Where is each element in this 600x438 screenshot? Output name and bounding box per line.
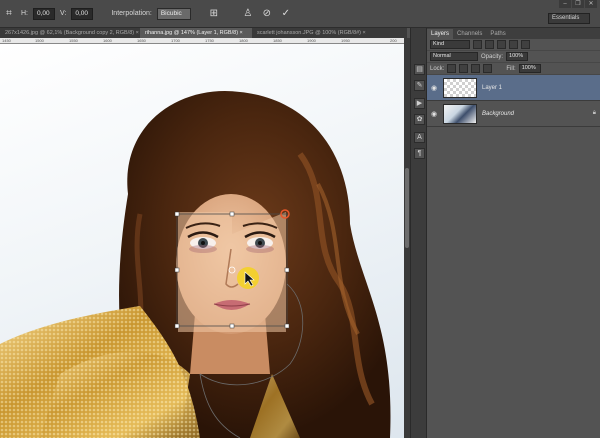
commit-transform-icon[interactable]: ✓ bbox=[279, 7, 293, 21]
options-bar: ⌗ H: 0,00 V: 0,00 Interpolation: Bicubic… bbox=[0, 0, 600, 28]
transform-handle[interactable] bbox=[284, 267, 290, 273]
filter-pixel-icon[interactable] bbox=[473, 40, 482, 49]
filter-shape-icon[interactable] bbox=[509, 40, 518, 49]
interpolation-dropdown[interactable]: Bicubic bbox=[156, 7, 191, 20]
v-skew-field[interactable]: 0,00 bbox=[71, 7, 94, 20]
tab-channels[interactable]: Channels bbox=[453, 29, 486, 39]
ruler-tick: 1500 bbox=[35, 38, 44, 43]
scrollbar-thumb[interactable] bbox=[405, 168, 409, 248]
ruler-tick: 1450 bbox=[2, 38, 11, 43]
document-canvas[interactable] bbox=[0, 44, 404, 438]
h-skew-field[interactable]: 0,00 bbox=[33, 7, 55, 20]
actions-panel-icon[interactable]: ▶ bbox=[414, 98, 425, 109]
transform-handle[interactable] bbox=[174, 267, 180, 273]
warp-mode-icon[interactable]: ⊞ bbox=[207, 7, 221, 21]
visibility-eye-icon[interactable]: ◉ bbox=[427, 84, 441, 92]
ruler-tick: 1600 bbox=[103, 38, 112, 43]
character-panel-icon[interactable]: A bbox=[414, 132, 425, 143]
interpolation-label: Interpolation: bbox=[111, 10, 152, 17]
h-skew-label: H: bbox=[21, 10, 28, 17]
window-controls: – ❐ ✕ bbox=[559, 0, 597, 8]
filter-adjustment-icon[interactable] bbox=[485, 40, 494, 49]
workspace-switcher[interactable]: Essentials bbox=[548, 13, 590, 24]
tab-layers[interactable]: Layers bbox=[427, 29, 454, 39]
history-panel-icon[interactable]: ▤ bbox=[414, 64, 425, 75]
lock-image-icon[interactable] bbox=[459, 64, 469, 73]
portrait-photo bbox=[0, 91, 391, 438]
transform-handle[interactable] bbox=[229, 323, 235, 329]
filter-type-icon[interactable] bbox=[497, 40, 506, 49]
opacity-field[interactable]: 100% bbox=[506, 52, 529, 61]
layers-panel: Layers Channels Paths Kind Normal Opacit… bbox=[427, 28, 600, 438]
restore-icon[interactable]: ❐ bbox=[572, 0, 584, 8]
properties-panel-icon[interactable]: ✎ bbox=[414, 80, 425, 91]
ruler-tick: 1850 bbox=[273, 38, 282, 43]
lock-icon: 🔒︎ bbox=[592, 110, 596, 116]
tab-paths[interactable]: Paths bbox=[486, 29, 509, 39]
layer-thumbnail bbox=[443, 77, 477, 98]
transform-handle[interactable] bbox=[174, 211, 180, 217]
document-tabs: 267x1426.jpg @ 62,1% (Background copy 2,… bbox=[0, 28, 407, 38]
paragraph-panel-icon[interactable]: ¶ bbox=[414, 148, 425, 159]
ruler-tick: 1550 bbox=[69, 38, 78, 43]
fill-label: Fill: bbox=[506, 65, 516, 72]
ruler-tick: 1750 bbox=[205, 38, 214, 43]
minimize-icon[interactable]: – bbox=[559, 0, 571, 8]
panel-tabs: Layers Channels Paths bbox=[427, 28, 600, 39]
visibility-eye-icon[interactable]: ◉ bbox=[427, 110, 441, 118]
transform-handle[interactable] bbox=[229, 211, 235, 217]
transform-handle[interactable] bbox=[284, 323, 290, 329]
brush-panel-icon[interactable]: ✿ bbox=[414, 114, 425, 125]
ruler-tick: 1650 bbox=[137, 38, 146, 43]
photoshop-window: ⌗ H: 0,00 V: 0,00 Interpolation: Bicubic… bbox=[0, 0, 600, 438]
ruler-tick: 200 bbox=[390, 38, 397, 43]
blend-row: Normal Opacity: 100% bbox=[427, 51, 600, 63]
layer-name[interactable]: Layer 1 bbox=[482, 85, 502, 91]
tab-doc-2[interactable]: rihanna.jpg @ 147% (Layer 1, RGB/8) × bbox=[140, 28, 252, 38]
layer-name[interactable]: Background bbox=[482, 111, 514, 117]
puppet-warp-icon[interactable]: ♙ bbox=[241, 7, 255, 21]
layer-row-layer-1[interactable]: ◉ Layer 1 bbox=[427, 75, 600, 101]
ruler-tick: 1900 bbox=[307, 38, 316, 43]
layer-thumbnail bbox=[443, 103, 477, 124]
filter-kind-dropdown[interactable]: Kind bbox=[430, 40, 470, 49]
lock-transparent-icon[interactable] bbox=[447, 64, 457, 73]
ruler-tick: 1950 bbox=[341, 38, 350, 43]
tab-doc-1[interactable]: 267x1426.jpg @ 62,1% (Background copy 2,… bbox=[0, 28, 140, 38]
cancel-transform-icon[interactable]: ⊘ bbox=[260, 7, 274, 21]
panel-dock: ▤ ✎ ▶ ✿ A ¶ bbox=[410, 28, 427, 438]
ruler-tick: 1800 bbox=[239, 38, 248, 43]
tab-doc-3[interactable]: scarlett johansson.JPG @ 100% (RGB/8#) × bbox=[252, 28, 407, 38]
lock-all-icon[interactable] bbox=[483, 64, 493, 73]
blend-mode-dropdown[interactable]: Normal bbox=[430, 52, 478, 61]
lock-label: Lock: bbox=[430, 65, 445, 72]
reference-point-icon[interactable]: ⌗ bbox=[2, 7, 16, 21]
ruler-tick: 1700 bbox=[171, 38, 180, 43]
lock-position-icon[interactable] bbox=[471, 64, 481, 73]
v-skew-label: V: bbox=[60, 10, 67, 17]
filter-row: Kind bbox=[427, 39, 600, 51]
close-icon[interactable]: ✕ bbox=[585, 0, 597, 8]
lock-row: Lock: Fill: 100% bbox=[427, 63, 600, 75]
opacity-label: Opacity: bbox=[481, 53, 504, 60]
transform-handle[interactable] bbox=[174, 323, 180, 329]
layer-row-background[interactable]: ◉ Background 🔒︎ bbox=[427, 101, 600, 127]
filter-smart-object-icon[interactable] bbox=[521, 40, 530, 49]
fill-field[interactable]: 100% bbox=[518, 64, 541, 73]
